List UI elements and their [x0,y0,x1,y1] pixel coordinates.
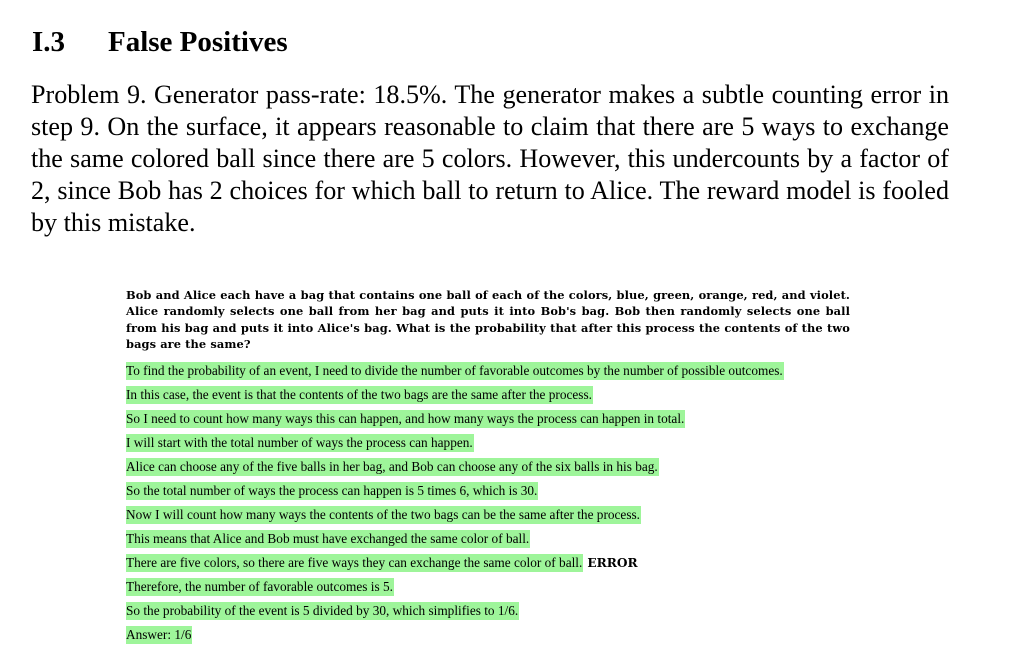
step-text: So the total number of ways the process … [126,482,539,500]
section-number: I.3 [32,26,66,58]
step-text: Alice can choose any of the five balls i… [126,458,659,476]
section-heading: I.3 False Positives [32,24,288,60]
step-text: This means that Alice and Bob must have … [126,530,531,548]
solution-step-10: Therefore, the number of favorable outco… [126,575,866,599]
solution-figure: Bob and Alice each have a bag that conta… [126,287,850,644]
step-text: Answer: 1/6 [126,626,193,644]
problem-statement: Bob and Alice each have a bag that conta… [126,288,850,351]
solution-step-9: There are five colors, so there are five… [126,551,866,575]
step-text: So the probability of the event is 5 div… [126,602,520,620]
step-text: Now I will count how many ways the conte… [126,506,642,524]
error-label: ERROR [587,556,638,570]
step-text: To find the probability of an event, I n… [126,362,784,380]
solution-step-3: So I need to count how many ways this ca… [126,407,866,431]
solution-step-1: To find the probability of an event, I n… [126,359,866,383]
solution-step-12: Answer: 1/6 [126,623,866,647]
solution-steps: To find the probability of an event, I n… [126,359,866,647]
solution-step-11: So the probability of the event is 5 div… [126,599,866,623]
solution-step-7: Now I will count how many ways the conte… [126,503,866,527]
step-text: There are five colors, so there are five… [126,554,584,572]
step-text: In this case, the event is that the cont… [126,386,593,404]
step-text: Therefore, the number of favorable outco… [126,578,394,596]
step-text: I will start with the total number of wa… [126,434,474,452]
section-title: False Positives [108,26,288,58]
solution-step-4: I will start with the total number of wa… [126,431,866,455]
step-text: So I need to count how many ways this ca… [126,410,686,428]
solution-step-2: In this case, the event is that the cont… [126,383,866,407]
solution-step-8: This means that Alice and Bob must have … [126,527,866,551]
solution-step-6: So the total number of ways the process … [126,479,866,503]
solution-step-5: Alice can choose any of the five balls i… [126,455,866,479]
intro-paragraph: Problem 9. Generator pass-rate: 18.5%. T… [31,80,949,237]
